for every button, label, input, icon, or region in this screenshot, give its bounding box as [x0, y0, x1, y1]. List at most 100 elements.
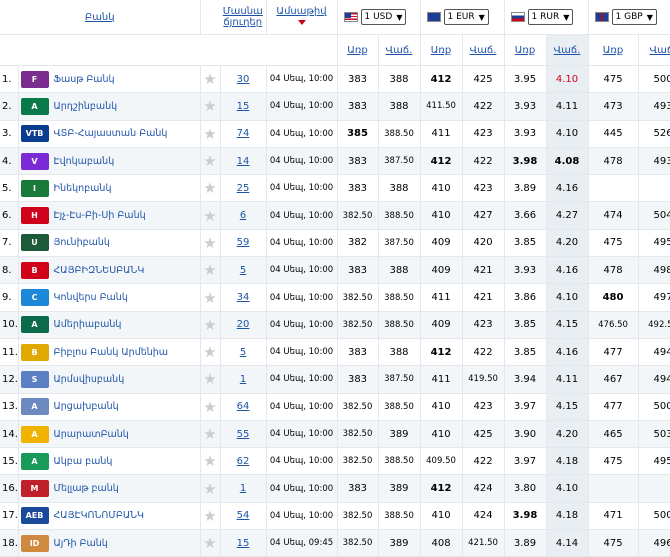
bank-name-link[interactable]: Էյչ-Էս-Բի-Սի Բանկ: [54, 210, 146, 221]
favorite-star-icon[interactable]: ★: [200, 311, 221, 339]
bank-name-link[interactable]: ՀԱՅԲԻԶՆԵՍԲԱՆԿ: [54, 265, 145, 276]
rate-value: 4.10: [546, 283, 589, 312]
usd-currency-select[interactable]: 1 USD ▼: [360, 9, 407, 25]
favorite-star-icon[interactable]: ★: [200, 474, 221, 503]
branches-link[interactable]: 30: [220, 65, 267, 94]
branches-link[interactable]: 34: [220, 283, 267, 312]
favorite-star-icon[interactable]: ★: [200, 502, 221, 531]
update-date: 04 Սեպ, 10:00: [266, 120, 338, 148]
branches-link[interactable]: 62: [220, 447, 267, 476]
bank-cell[interactable]: A ԱրարատԲանկ: [18, 420, 201, 449]
update-date: 04 Սեպ, 10:00: [266, 338, 338, 367]
eur-buy-header[interactable]: Առք: [420, 34, 463, 66]
row-index: 10.: [0, 311, 19, 339]
branches-link[interactable]: 64: [220, 393, 267, 421]
favorite-star-icon[interactable]: ★: [200, 365, 221, 394]
branches-link[interactable]: 5: [220, 256, 267, 285]
branches-link[interactable]: 6: [220, 201, 267, 230]
branches-link[interactable]: 1: [220, 474, 267, 503]
bank-name-link[interactable]: Ինեկոբանկ: [54, 183, 112, 194]
bank-name-link[interactable]: ԱրարատԲանկ: [54, 429, 129, 440]
bank-cell[interactable]: AEB ՀԱՅԷԿՈՆՈՄԲԱՆԿ: [18, 502, 201, 531]
bank-cell[interactable]: C Կոնվերս Բանկ: [18, 283, 201, 312]
branches-link[interactable]: 15: [220, 529, 267, 557]
rur-currency-select[interactable]: 1 RUR ▼: [527, 9, 574, 25]
rate-value: 383: [337, 147, 379, 176]
bank-cell[interactable]: B ՀԱՅԲԻԶՆԵՍԲԱՆԿ: [18, 256, 201, 285]
favorite-star-icon[interactable]: ★: [200, 529, 221, 557]
bank-cell[interactable]: I Ինեկոբանկ: [18, 174, 201, 203]
table-row: 18. ID ԱյԴի Բանկ ★ 15 04 Սեպ, 09:45 382.50 389 4…: [0, 529, 670, 557]
favorite-star-icon[interactable]: ★: [200, 120, 221, 148]
bank-column-header[interactable]: Բանկ: [0, 0, 201, 35]
gbp-buy-header[interactable]: Առք: [588, 34, 639, 66]
usd-buy-header[interactable]: Առք: [337, 34, 379, 66]
favorite-star-icon[interactable]: ★: [200, 65, 221, 94]
branches-link[interactable]: 5: [220, 338, 267, 367]
favorite-star-icon[interactable]: ★: [200, 147, 221, 176]
bank-cell[interactable]: F Ֆասթ Բանկ: [18, 65, 201, 94]
rate-value: 382.50: [337, 283, 379, 312]
branches-link[interactable]: 74: [220, 120, 267, 148]
rate-value: 3.89: [504, 529, 547, 557]
row-index: 18.: [0, 529, 19, 557]
branches-link[interactable]: 59: [220, 229, 267, 258]
branches-link[interactable]: 54: [220, 502, 267, 531]
branches-column-header[interactable]: Մասնա ճյուղեր: [220, 0, 267, 35]
sort-desc-icon: [267, 17, 337, 28]
bank-cell[interactable]: S Արմսվիսբանկ: [18, 365, 201, 394]
branches-link[interactable]: 14: [220, 147, 267, 176]
favorite-star-icon[interactable]: ★: [200, 229, 221, 258]
favorite-star-icon[interactable]: ★: [200, 283, 221, 312]
bank-cell[interactable]: VTB ՎՏԲ-Հայաստան Բանկ: [18, 120, 201, 148]
branches-link[interactable]: 15: [220, 92, 267, 121]
branches-link[interactable]: 55: [220, 420, 267, 449]
gbp-currency-select[interactable]: 1 GBP ▼: [611, 9, 657, 25]
branches-link[interactable]: 25: [220, 174, 267, 203]
favorite-star-icon[interactable]: ★: [200, 92, 221, 121]
favorite-star-icon[interactable]: ★: [200, 393, 221, 421]
bank-name-link[interactable]: Արմսվիսբանկ: [54, 374, 125, 385]
bank-cell[interactable]: B Բիբլոս Բանկ Արմենիա: [18, 338, 201, 367]
bank-name-link[interactable]: ՎՏԲ-Հայաստան Բանկ: [54, 128, 168, 139]
bank-cell[interactable]: U Յունիբանկ: [18, 229, 201, 258]
branches-link[interactable]: 1: [220, 365, 267, 394]
bank-cell[interactable]: M Մելլաթ բանկ: [18, 474, 201, 503]
bank-cell[interactable]: A Ակբա բանկ: [18, 447, 201, 476]
favorite-star-icon[interactable]: ★: [200, 338, 221, 367]
bank-name-link[interactable]: Արդշինբանկ: [54, 101, 118, 112]
chevron-down-icon: ▼: [396, 12, 403, 22]
date-column-header[interactable]: Ամսաթիվ: [266, 0, 338, 35]
bank-name-link[interactable]: Ֆասթ Բանկ: [54, 74, 115, 85]
bank-name-link[interactable]: ԱյԴի Բանկ: [54, 538, 108, 549]
bank-name-link[interactable]: Յունիբանկ: [54, 237, 110, 248]
row-index: 17.: [0, 502, 19, 531]
bank-name-link[interactable]: Բիբլոս Բանկ Արմենիա: [54, 347, 169, 358]
bank-name-link[interactable]: Ամերիաբանկ: [54, 319, 122, 330]
bank-cell[interactable]: ID ԱյԴի Բանկ: [18, 529, 201, 557]
favorite-star-icon[interactable]: ★: [200, 201, 221, 230]
gbp-sell-header[interactable]: Վաճ.: [638, 34, 670, 66]
eur-currency-select[interactable]: 1 EUR ▼: [443, 9, 489, 25]
rate-value: 411.50: [420, 92, 463, 121]
bank-name-link[interactable]: Ակբա բանկ: [54, 456, 113, 467]
branches-link[interactable]: 20: [220, 311, 267, 339]
favorite-star-icon[interactable]: ★: [200, 447, 221, 476]
bank-name-link[interactable]: Էվոկաբանկ: [54, 156, 115, 167]
bank-name-link[interactable]: Մելլաթ բանկ: [54, 483, 119, 494]
bank-cell[interactable]: A Ամերիաբանկ: [18, 311, 201, 339]
bank-cell[interactable]: V Էվոկաբանկ: [18, 147, 201, 176]
rur-buy-header[interactable]: Առք: [504, 34, 547, 66]
favorite-star-icon[interactable]: ★: [200, 174, 221, 203]
bank-name-link[interactable]: ՀԱՅԷԿՈՆՈՄԲԱՆԿ: [54, 510, 145, 521]
bank-name-link[interactable]: Արցախբանկ: [54, 401, 119, 412]
bank-cell[interactable]: A Արդշինբանկ: [18, 92, 201, 121]
favorite-star-icon[interactable]: ★: [200, 420, 221, 449]
bank-cell[interactable]: A Արցախբանկ: [18, 393, 201, 421]
usd-sell-header[interactable]: Վաճ.: [378, 34, 421, 66]
bank-name-link[interactable]: Կոնվերս Բանկ: [54, 292, 128, 303]
rur-sell-header[interactable]: Վաճ.: [546, 34, 589, 66]
bank-cell[interactable]: H Էյչ-Էս-Բի-Սի Բանկ: [18, 201, 201, 230]
eur-sell-header[interactable]: Վաճ.: [462, 34, 505, 66]
favorite-star-icon[interactable]: ★: [200, 256, 221, 285]
